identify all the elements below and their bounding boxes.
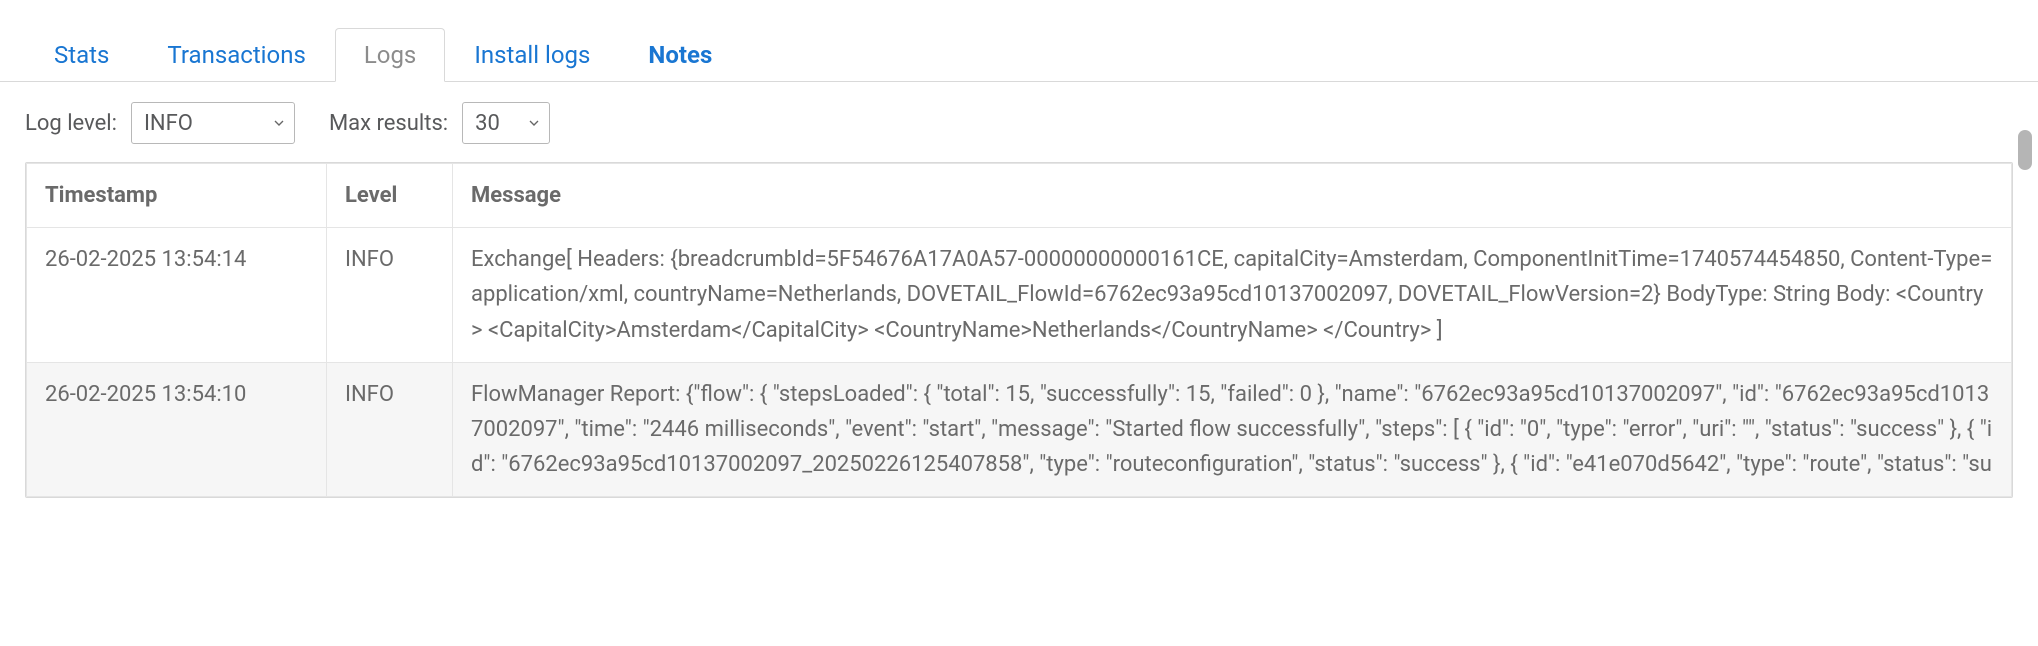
table-row: 26-02-2025 13:54:14 INFO Exchange[ Heade…: [27, 228, 2012, 363]
cell-message: FlowManager Report: {"flow": { "stepsLoa…: [453, 362, 2012, 497]
scrollbar-thumb[interactable]: [2018, 130, 2032, 170]
table-row: 26-02-2025 13:54:10 INFO FlowManager Rep…: [27, 362, 2012, 497]
cell-message: Exchange[ Headers: {breadcrumbId=5F54676…: [453, 228, 2012, 363]
maxresults-value: 30: [463, 111, 519, 136]
maxresults-label: Max results:: [329, 111, 448, 136]
tab-stats[interactable]: Stats: [25, 28, 138, 82]
logs-table-container: Timestamp Level Message 26-02-2025 13:54…: [25, 162, 2013, 498]
loglevel-select[interactable]: INFO: [131, 102, 295, 144]
loglevel-value: INFO: [132, 111, 264, 136]
cell-timestamp: 26-02-2025 13:54:14: [27, 228, 327, 363]
table-header-row: Timestamp Level Message: [27, 164, 2012, 228]
cell-timestamp: 26-02-2025 13:54:10: [27, 362, 327, 497]
cell-level: INFO: [327, 228, 453, 363]
chevron-down-icon: [519, 115, 549, 131]
tab-install-logs[interactable]: Install logs: [445, 28, 619, 82]
tab-notes[interactable]: Notes: [619, 28, 741, 82]
logs-table: Timestamp Level Message 26-02-2025 13:54…: [26, 163, 2012, 497]
chevron-down-icon: [264, 115, 294, 131]
col-header-timestamp: Timestamp: [27, 164, 327, 228]
tab-logs[interactable]: Logs: [335, 28, 445, 82]
col-header-level: Level: [327, 164, 453, 228]
col-header-message: Message: [453, 164, 2012, 228]
loglevel-label: Log level:: [25, 111, 117, 136]
tab-transactions[interactable]: Transactions: [138, 28, 334, 82]
log-controls: Log level: INFO Max results: 30: [0, 82, 2038, 162]
cell-level: INFO: [327, 362, 453, 497]
maxresults-select[interactable]: 30: [462, 102, 550, 144]
tab-bar: Stats Transactions Logs Install logs Not…: [0, 0, 2038, 82]
